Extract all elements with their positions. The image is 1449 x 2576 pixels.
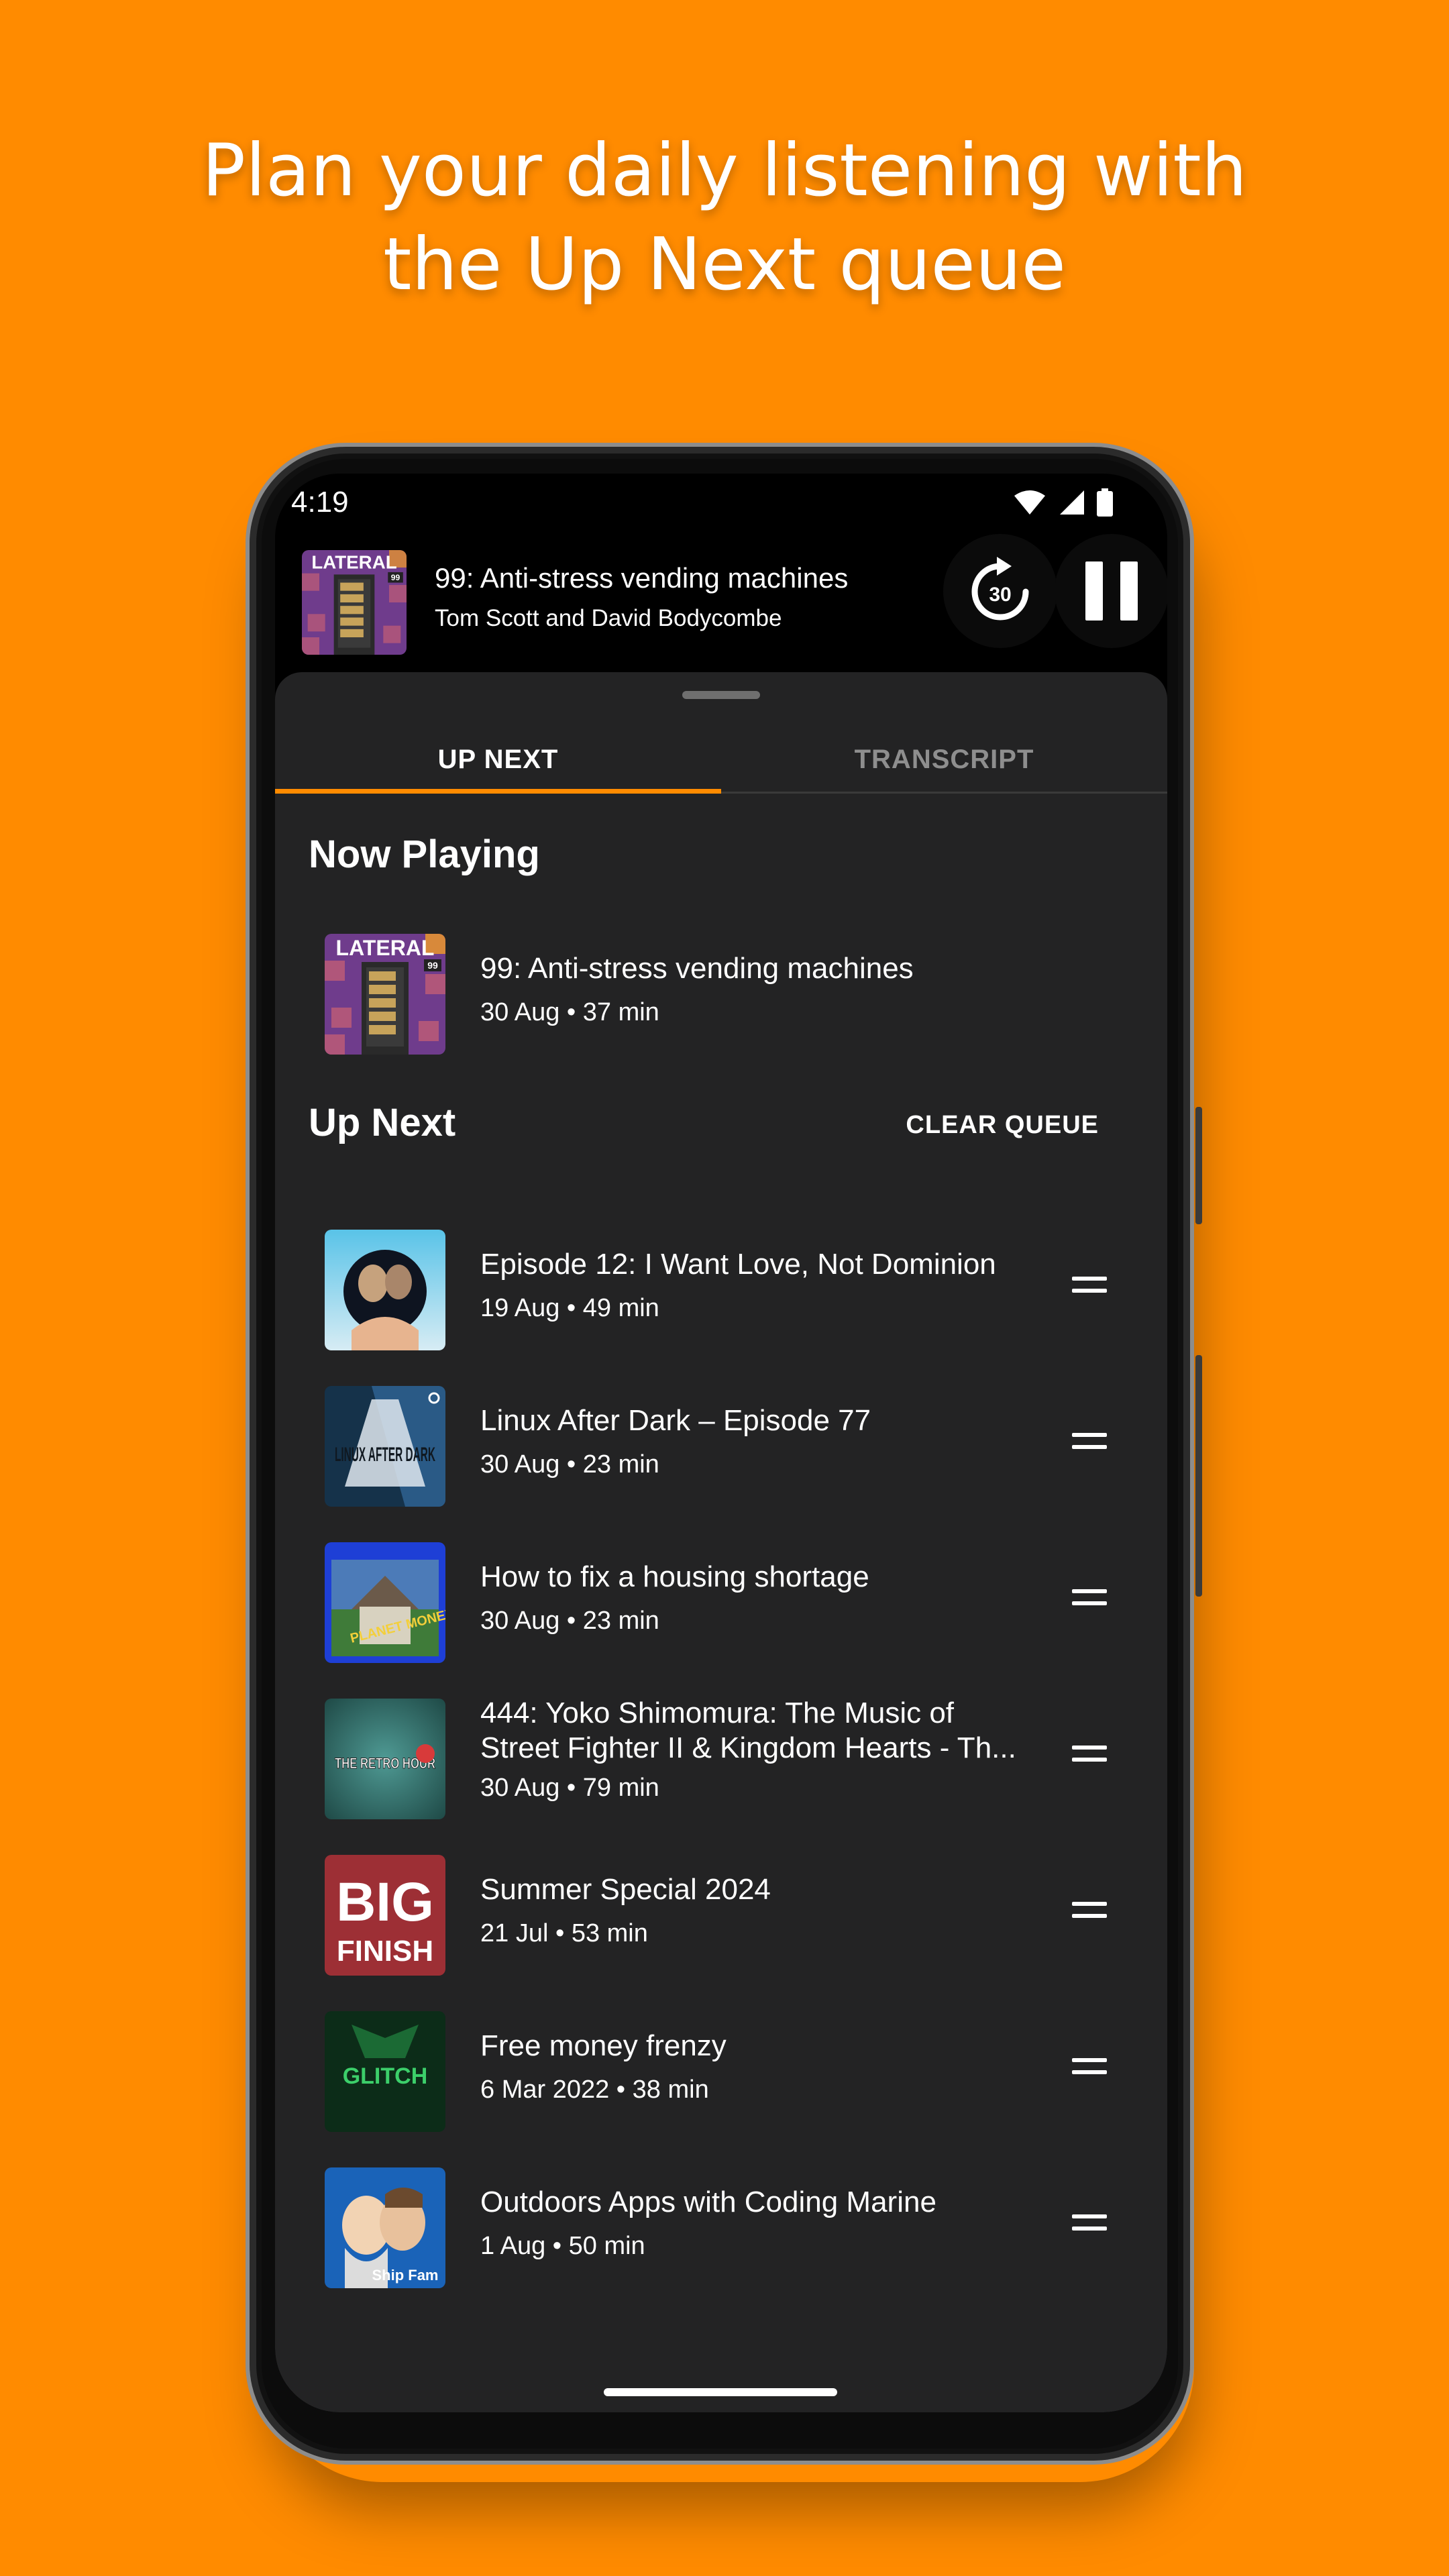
queue-item[interactable]: PLANET MONEY How to fix a housing shorta… <box>275 1534 1167 1668</box>
queue-item[interactable]: Ship Fam Outdoors Apps with Coding Marin… <box>275 2159 1167 2294</box>
svg-text:99: 99 <box>427 960 438 971</box>
skip-forward-30-icon: 30 <box>971 557 1029 621</box>
cellular-signal-icon <box>1060 490 1084 515</box>
drag-handle-icon[interactable] <box>1072 2058 1107 2076</box>
status-time: 4:19 <box>291 486 349 519</box>
tab-up-next[interactable]: UP NEXT <box>275 727 721 792</box>
queue-item[interactable]: THE RETRO HOUR 444: Yoko Shimomura: The … <box>275 1690 1167 1825</box>
svg-text:LATERAL: LATERAL <box>336 936 435 960</box>
status-icons <box>1013 488 1114 517</box>
svg-text:FINISH: FINISH <box>337 1935 433 1968</box>
svg-text:Ship Fam: Ship Fam <box>372 2267 438 2284</box>
mini-player-title[interactable]: 99: Anti-stress vending machines <box>435 562 848 594</box>
episode-title: Linux After Dark – Episode 77 <box>480 1404 871 1437</box>
drag-handle-icon[interactable] <box>1072 2214 1107 2232</box>
svg-text:30: 30 <box>989 584 1011 606</box>
episode-meta: 30 Aug • 79 min <box>480 1774 659 1802</box>
episode-meta: 19 Aug • 49 min <box>480 1294 659 1322</box>
episode-artwork: BIG FINISH <box>325 1855 445 1976</box>
mini-art-text: LATERAL <box>311 552 396 573</box>
tab-transcript[interactable]: TRANSCRIPT <box>721 727 1167 792</box>
episode-meta: 21 Jul • 53 min <box>480 1919 648 1947</box>
drag-handle-icon[interactable] <box>1072 1433 1107 1450</box>
episode-meta: 1 Aug • 50 min <box>480 2232 645 2260</box>
svg-text:GLITCH: GLITCH <box>343 2063 428 2089</box>
home-indicator[interactable] <box>604 2388 837 2396</box>
episode-artwork: LATERAL 99 <box>325 934 445 1055</box>
up-next-heading: Up Next <box>309 1101 456 1144</box>
drag-handle-icon[interactable] <box>1072 1589 1107 1607</box>
clear-queue-button[interactable]: CLEAR QUEUE <box>906 1111 1099 1140</box>
tab-bar: UP NEXT TRANSCRIPT <box>275 727 1167 794</box>
episode-artwork: GLITCH <box>325 2011 445 2132</box>
wifi-icon <box>1014 490 1045 515</box>
queue-item[interactable]: Episode 12: I Want Love, Not Dominion 19… <box>275 1222 1167 1356</box>
episode-title: Free money frenzy <box>480 2029 727 2062</box>
episode-artwork: PLANET MONEY <box>325 1542 445 1663</box>
phone-volume-button <box>1195 1107 1202 1224</box>
mini-player-artwork[interactable]: LATERAL 99 <box>302 550 407 655</box>
mini-player-author: Tom Scott and David Bodycombe <box>435 605 782 631</box>
pause-icon-bar-right <box>1120 561 1138 621</box>
episode-artwork: LINUX AFTER DARK <box>325 1386 445 1507</box>
headline-line-2: the Up Next queue <box>383 223 1066 307</box>
episode-title: 99: Anti-stress vending machines <box>480 952 914 985</box>
phone-power-button <box>1195 1355 1202 1597</box>
active-tab-indicator <box>275 789 721 794</box>
episode-title: Outdoors Apps with Coding Marine <box>480 2186 936 2218</box>
episode-artwork: Ship Fam <box>325 2167 445 2288</box>
svg-text:LINUX AFTER DARK: LINUX AFTER DARK <box>335 1444 435 1466</box>
episode-artwork: THE RETRO HOUR <box>325 1699 445 1819</box>
up-next-sheet: UP NEXT TRANSCRIPT Now Playing LATERAL 9… <box>275 672 1167 2412</box>
battery-icon <box>1097 488 1113 517</box>
episode-artwork <box>325 1230 445 1350</box>
episode-title: Episode 12: I Want Love, Not Dominion <box>480 1248 996 1281</box>
promo-headline: Plan your daily listening with the Up Ne… <box>0 124 1449 312</box>
now-playing-episode[interactable]: LATERAL 99 99: Anti-stress vending machi… <box>275 926 1167 1060</box>
headline-line-1: Plan your daily listening with <box>201 129 1248 213</box>
mini-art-badge: 99 <box>391 573 400 582</box>
lateral-artwork: LATERAL 99 <box>302 550 407 655</box>
drag-handle-icon[interactable] <box>1072 1277 1107 1294</box>
sheet-drag-handle[interactable] <box>682 691 760 699</box>
svg-text:BIG: BIG <box>336 1872 434 1933</box>
pause-button[interactable] <box>1055 534 1167 648</box>
drag-handle-icon[interactable] <box>1072 1746 1107 1763</box>
episode-meta: 30 Aug • 23 min <box>480 1607 659 1635</box>
queue-item[interactable]: LINUX AFTER DARK Linux After Dark – Epis… <box>275 1378 1167 1512</box>
now-playing-heading: Now Playing <box>309 833 540 876</box>
episode-title: How to fix a housing shortage <box>480 1560 869 1593</box>
queue-item[interactable]: GLITCH Free money frenzy 6 Mar 2022 • 38… <box>275 2003 1167 2137</box>
skip-forward-button[interactable]: 30 <box>943 534 1057 648</box>
pause-icon-bar-left <box>1085 561 1103 621</box>
episode-meta: 30 Aug • 37 min <box>480 998 659 1026</box>
drag-handle-icon[interactable] <box>1072 1902 1107 1919</box>
queue-item[interactable]: BIG FINISH Summer Special 2024 21 Jul • … <box>275 1847 1167 1981</box>
phone-screen: 4:19 LATERAL 99 99: Anti-stress vending … <box>275 474 1167 2412</box>
episode-title: Summer Special 2024 <box>480 1873 771 1906</box>
episode-meta: 30 Aug • 23 min <box>480 1450 659 1479</box>
episode-title: 444: Yoko Shimomura: The Music of Street… <box>480 1697 1016 1764</box>
episode-meta: 6 Mar 2022 • 38 min <box>480 2076 709 2104</box>
